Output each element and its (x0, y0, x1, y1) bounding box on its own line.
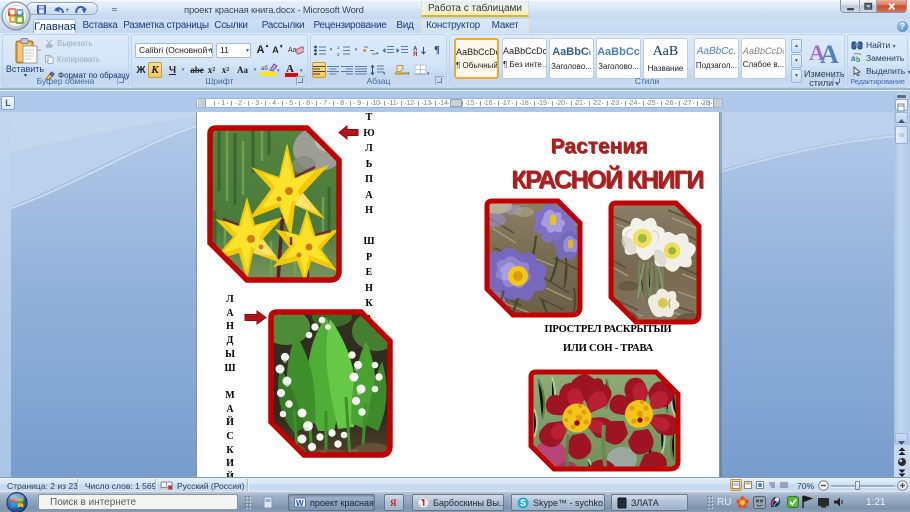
svg-text:▾: ▾ (277, 68, 280, 74)
svg-text:S: S (520, 498, 526, 508)
svg-text:b: b (856, 57, 860, 63)
svg-text:1: 1 (337, 45, 340, 50)
svg-text:W: W (296, 499, 304, 508)
svg-text:2: 2 (337, 52, 340, 56)
svg-text:A: A (820, 40, 839, 65)
svg-text:▾: ▾ (376, 51, 379, 56)
svg-text:▾: ▾ (300, 68, 303, 74)
svg-text:▾: ▾ (66, 8, 69, 14)
svg-text:Я: Я (413, 52, 417, 56)
svg-text:аб: аб (261, 66, 268, 72)
